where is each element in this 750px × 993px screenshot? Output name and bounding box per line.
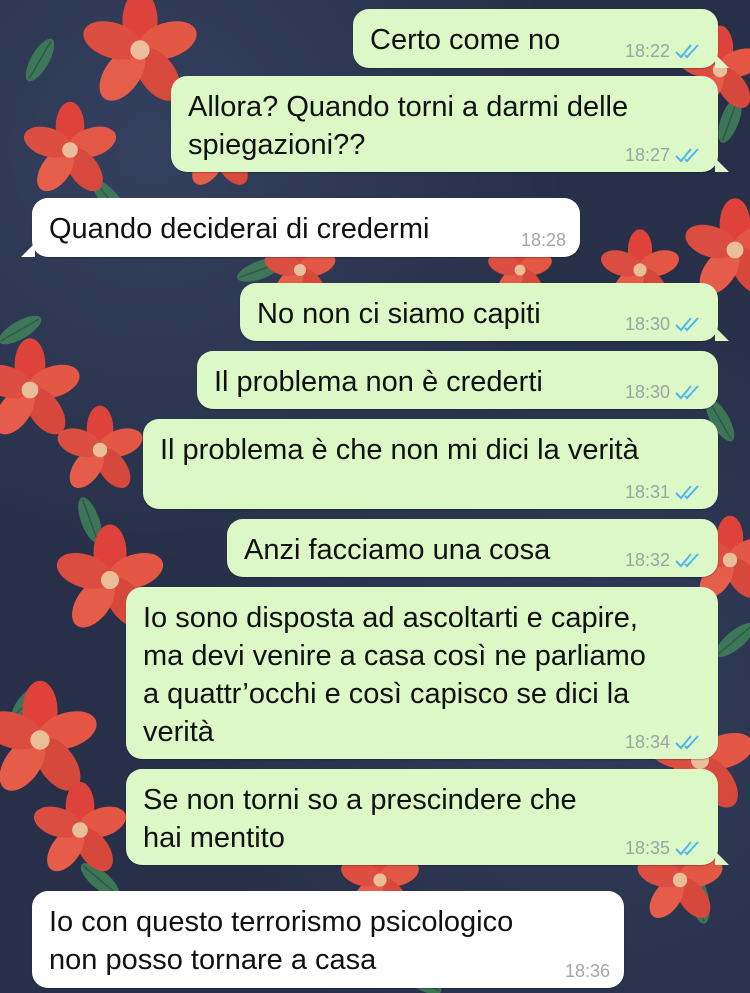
message-bubble-outgoing[interactable]: Il problema è che non mi dici la verità …	[143, 419, 718, 509]
message-meta: 18:22	[625, 40, 704, 62]
message-meta: 18:35	[625, 837, 704, 859]
message-meta: 18:31	[625, 481, 704, 503]
message-text: Se non torni so a prescindere che hai me…	[143, 784, 577, 854]
message-text: Io con questo terrorismo psicologico non…	[49, 906, 514, 976]
message-meta: 18:30	[625, 313, 704, 335]
message-time: 18:32	[624, 550, 670, 570]
message-time: 18:30	[624, 314, 670, 334]
read-double-tick-icon	[675, 553, 699, 568]
read-double-tick-icon	[675, 841, 699, 856]
message-bubble-outgoing[interactable]: Il problema non è crederti 18:30	[197, 351, 718, 409]
message-text: Quando deciderai di credermi	[49, 213, 430, 245]
read-double-tick-icon	[675, 735, 699, 750]
read-double-tick-icon	[675, 317, 699, 332]
read-double-tick-icon	[675, 385, 699, 400]
message-meta: 18:32	[625, 549, 704, 571]
message-meta: 18:27	[625, 144, 704, 166]
message-meta: 18:34	[625, 731, 704, 753]
message-text: Il problema è che non mi dici la verità	[160, 434, 639, 466]
message-bubble-outgoing[interactable]: Anzi facciamo una cosa 18:32	[227, 519, 718, 577]
read-double-tick-icon	[675, 44, 699, 59]
read-double-tick-icon	[675, 485, 699, 500]
read-double-tick-icon	[675, 148, 699, 163]
message-bubble-outgoing[interactable]: Se non torni so a prescindere che hai me…	[126, 769, 729, 865]
message-text: Io sono disposta ad ascoltarti e capire,…	[143, 602, 646, 748]
message-bubble-outgoing[interactable]: Certo come no 18:22	[353, 9, 729, 68]
message-time: 18:22	[624, 41, 670, 61]
message-bubble-outgoing[interactable]: Allora? Quando torni a darmi delle spieg…	[171, 76, 729, 172]
message-bubble-outgoing[interactable]: Io sono disposta ad ascoltarti e capire,…	[126, 587, 718, 759]
message-bubble-outgoing[interactable]: No non ci siamo capiti 18:30	[240, 283, 729, 341]
message-time: 18:34	[624, 732, 670, 752]
message-time: 18:35	[624, 838, 670, 858]
message-time: 18:31	[624, 482, 670, 502]
message-bubble-incoming[interactable]: Quando deciderai di credermi 18:28	[21, 198, 580, 257]
message-time: 18:36	[564, 961, 610, 981]
message-meta: 18:36	[565, 960, 610, 982]
message-meta: 18:28	[521, 229, 566, 251]
message-bubble-incoming[interactable]: Io con questo terrorismo psicologico non…	[32, 891, 624, 988]
message-time: 18:28	[520, 230, 566, 250]
message-meta: 18:30	[625, 381, 704, 403]
message-time: 18:30	[624, 382, 670, 402]
message-time: 18:27	[624, 145, 670, 165]
